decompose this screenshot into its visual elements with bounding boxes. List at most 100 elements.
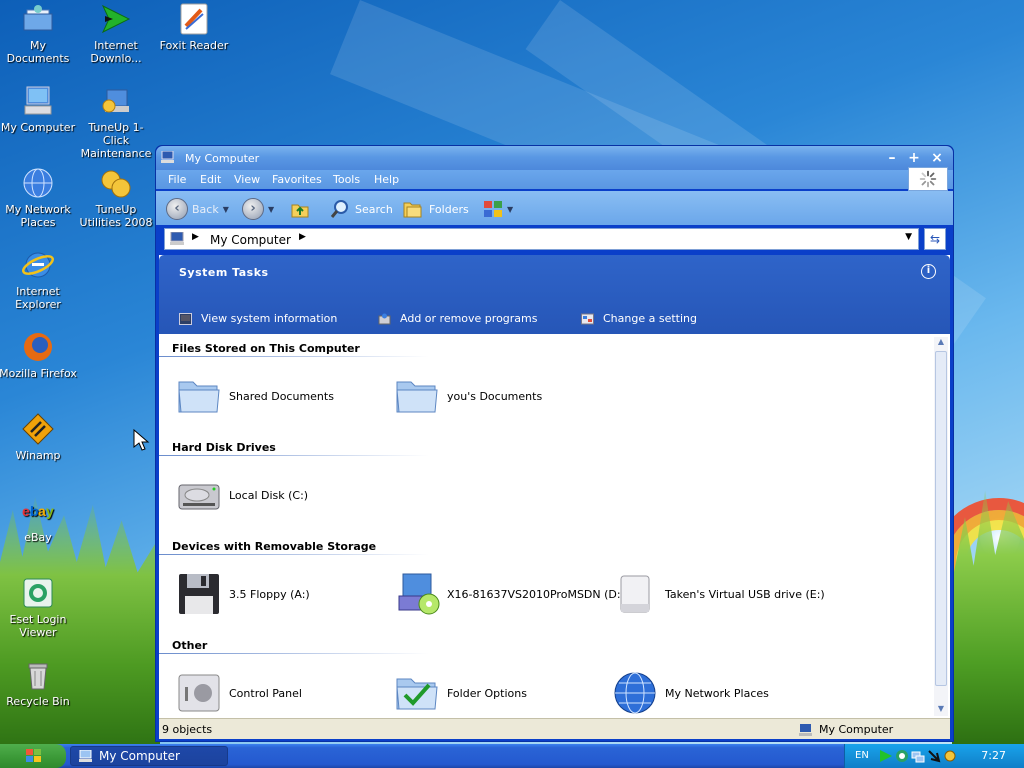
usb-drive-icon <box>620 575 650 613</box>
desktop-icon-winamp[interactable]: Winamp <box>0 412 78 462</box>
task-label: Change a setting <box>603 312 697 325</box>
item-local-disk-c[interactable]: Local Disk (C:) <box>175 471 308 519</box>
svg-text:a: a <box>38 503 46 519</box>
minimize-button[interactable]: – <box>884 151 900 165</box>
item-folder-options[interactable]: Folder Options <box>393 669 527 717</box>
search-button[interactable]: Search <box>330 198 393 220</box>
desktop-icon-mozilla-firefox[interactable]: Mozilla Firefox <box>0 330 78 380</box>
my-computer-window: My Computer – + × File Edit View Favorit… <box>155 145 954 742</box>
task-label: View system information <box>201 312 338 325</box>
eset-login-viewer-icon <box>23 578 53 608</box>
forward-button[interactable]: › ▼ <box>242 198 274 220</box>
item-yous-documents[interactable]: you's Documents <box>393 372 542 420</box>
item-control-panel[interactable]: Control Panel <box>175 669 302 717</box>
computer-icon <box>799 723 812 736</box>
address-dropdown-icon[interactable]: ▼ <box>905 232 912 242</box>
menu-help[interactable]: Help <box>374 173 399 186</box>
maximize-button[interactable]: + <box>906 151 922 165</box>
title-bar[interactable]: My Computer – + × <box>156 146 953 170</box>
task-view-system-information[interactable]: View system information <box>179 312 337 325</box>
views-button[interactable]: ▼ <box>482 198 513 220</box>
desktop-icon-my-documents[interactable]: My Documents <box>0 2 78 65</box>
back-arrow-icon: ‹ <box>166 198 188 220</box>
close-button[interactable]: × <box>929 151 945 165</box>
menu-edit[interactable]: Edit <box>200 173 221 186</box>
item-label: you's Documents <box>447 389 543 403</box>
refresh-button[interactable]: ⇆ <box>924 228 946 250</box>
clock[interactable]: 7:27 <box>981 749 1006 762</box>
item-dvd-d[interactable]: X16-81637VS2010ProMSDN (D:) <box>393 570 625 618</box>
hard-disk-icon <box>178 484 220 510</box>
item-shared-documents[interactable]: Shared Documents <box>175 372 334 420</box>
tuneup-1-click-icon <box>102 89 129 113</box>
my-network-places-icon <box>23 168 53 198</box>
system-tasks-panel: System Tasks i View system information A… <box>159 255 950 334</box>
item-my-network-places[interactable]: My Network Places <box>611 669 769 717</box>
desktop-icon-ebay[interactable]: ebay eBay <box>0 494 78 544</box>
up-folder-button[interactable] <box>289 198 311 220</box>
folders-icon <box>403 202 422 218</box>
item-label: My Network Places <box>665 686 769 700</box>
language-indicator[interactable]: EN <box>855 750 869 761</box>
chevron-down-icon: ▼ <box>222 204 229 214</box>
menu-tools[interactable]: Tools <box>333 173 360 186</box>
network-tray-icon[interactable] <box>911 749 925 763</box>
back-button[interactable]: ‹ Back ▼ <box>166 198 229 220</box>
desktop-icon-recycle-bin[interactable]: Recycle Bin <box>0 658 78 708</box>
start-button[interactable] <box>0 744 66 768</box>
menu-file[interactable]: File <box>168 173 186 186</box>
scrollbar-thumb[interactable] <box>935 351 947 686</box>
desktop-icon-label: Eset Login Viewer <box>9 613 67 639</box>
vertical-scrollbar[interactable]: ▲ ▼ <box>934 337 948 716</box>
computer-icon <box>170 232 184 245</box>
section-divider <box>159 554 429 555</box>
item-floppy-a[interactable]: 3.5 Floppy (A:) <box>175 570 310 618</box>
refresh-icon: ⇆ <box>929 232 941 246</box>
item-label: X16-81637VS2010ProMSDN (D:) <box>447 587 625 601</box>
folders-button[interactable]: Folders <box>402 198 469 220</box>
breadcrumb-arrow-icon[interactable]: ▶ <box>299 232 306 242</box>
eset-tray-icon[interactable] <box>895 749 909 763</box>
desktop-icon-label: TuneUp Utilities 2008 <box>79 203 153 229</box>
menu-view[interactable]: View <box>234 173 260 186</box>
desktop-icon-tuneup-utilities[interactable]: TuneUp Utilities 2008 <box>76 166 156 229</box>
idm-tray-icon[interactable] <box>879 749 893 763</box>
menu-bar: File Edit View Favorites Tools Help <box>156 170 953 189</box>
menu-favorites[interactable]: Favorites <box>272 173 322 186</box>
control-panel-icon <box>581 313 594 324</box>
computer-icon <box>161 151 174 163</box>
setup-disc-icon <box>398 573 440 615</box>
desktop-icon-internet-explorer[interactable]: Internet Explorer <box>0 248 78 311</box>
foxit-reader-icon <box>180 3 208 35</box>
task-change-a-setting[interactable]: Change a setting <box>581 312 697 325</box>
item-virtual-usb-e[interactable]: Taken's Virtual USB drive (E:) <box>611 570 825 618</box>
desktop-icon-eset-login-viewer[interactable]: Eset Login Viewer <box>0 576 78 639</box>
desktop-icon-my-computer[interactable]: My Computer <box>0 84 78 134</box>
scroll-down-icon[interactable]: ▼ <box>934 704 948 716</box>
taskbar-button-my-computer[interactable]: My Computer <box>70 746 228 766</box>
my-documents-icon <box>23 5 53 31</box>
floppy-disk-icon <box>179 574 219 614</box>
status-location-label: My Computer <box>819 723 894 736</box>
tuneup-tray-icon[interactable] <box>943 749 957 763</box>
section-header-other: Other <box>172 639 208 652</box>
mouse-pointer-icon <box>133 428 150 451</box>
scroll-up-icon[interactable]: ▲ <box>934 337 948 349</box>
status-location: My Computer <box>799 723 893 736</box>
info-icon[interactable]: i <box>921 264 936 279</box>
desktop-icon-foxit-reader[interactable]: Foxit Reader <box>154 2 234 52</box>
desktop-icon-label: Recycle Bin <box>6 695 70 708</box>
item-label: Folder Options <box>447 686 527 700</box>
internet-download-manager-icon <box>101 4 131 34</box>
desktop-icon-internet-download-manager[interactable]: Internet Downlo... <box>76 2 156 65</box>
svg-text:e: e <box>22 503 30 519</box>
desktop-icon-label: My Documents <box>6 39 70 65</box>
add-remove-programs-icon <box>378 313 391 324</box>
toolbar: ‹ Back ▼ › ▼ Search Folders ▼ <box>156 191 953 225</box>
task-add-remove-programs[interactable]: Add or remove programs <box>378 312 538 325</box>
desktop-icon-my-network-places[interactable]: My Network Places <box>0 166 78 229</box>
address-bar[interactable]: ▶ My Computer ▶ ▼ <box>164 228 919 250</box>
safely-remove-hardware-icon[interactable] <box>927 749 941 763</box>
desktop-icon-tuneup-1-click[interactable]: TuneUp 1-Click Maintenance <box>76 84 156 160</box>
windows-logo-icon <box>26 749 41 762</box>
